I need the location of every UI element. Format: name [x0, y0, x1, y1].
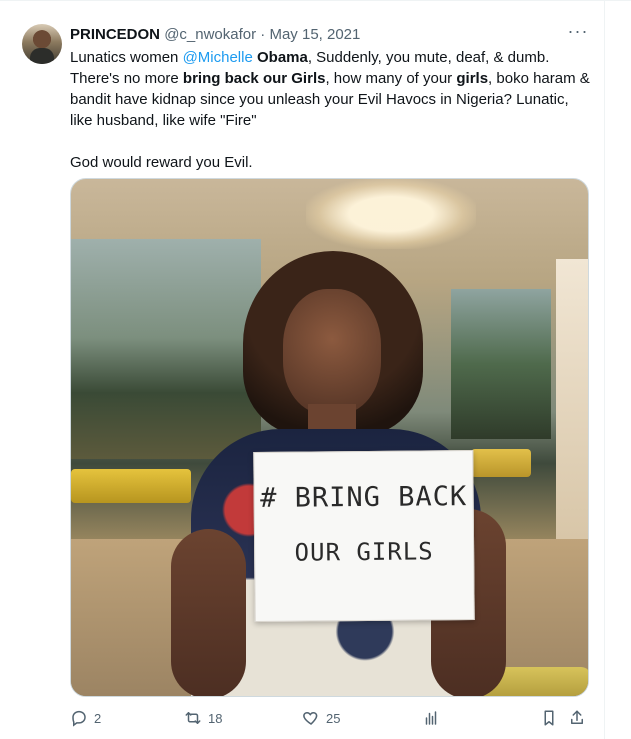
bookmark-icon	[544, 710, 554, 726]
author-handle[interactable]: @c_nwokafor	[164, 26, 256, 43]
tweet-date[interactable]: May 15, 2021	[269, 26, 360, 43]
tweet-header: PRINCEDON @c_nwokafor · May 15, 2021	[70, 25, 360, 45]
like-button[interactable]: 25	[302, 708, 340, 728]
photo-person-arm	[171, 529, 246, 696]
photo-chandelier	[306, 179, 476, 249]
reply-count: 2	[94, 710, 102, 726]
like-count: 25	[326, 710, 341, 726]
photo-handwritten-sign: # BRING BACK OUR GIRLS	[253, 450, 475, 622]
mention-link[interactable]: @Michelle	[183, 49, 253, 66]
author-avatar[interactable]	[22, 24, 62, 64]
tweet-photo[interactable]: # BRING BACK OUR GIRLS	[70, 178, 589, 697]
speech-bubble-icon	[72, 710, 86, 727]
retweet-arrows-icon	[185, 712, 201, 724]
share-button[interactable]	[568, 708, 586, 728]
heart-icon	[303, 711, 318, 725]
more-options-button[interactable]: ···	[566, 22, 590, 44]
reply-button[interactable]: 2	[70, 708, 101, 728]
tweet-text-segment: , how many of your	[325, 70, 457, 87]
highlighted-text: Obama	[256, 49, 308, 66]
tweet-paragraph-1: Lunatics women @Michelle Obama, Suddenly…	[70, 47, 590, 131]
right-column-divider	[604, 0, 605, 739]
views-button[interactable]	[422, 708, 440, 728]
highlighted-text: bring back our Girls	[182, 70, 326, 87]
top-divider	[0, 0, 631, 1]
tweet-actions: 2 18 25	[70, 708, 590, 728]
photo-doorway	[556, 259, 588, 539]
share-arrow-up-icon	[571, 710, 583, 724]
tweet-paragraph-2: God would reward you Evil.	[70, 154, 253, 171]
sign-text-line-2: OUR GIRLS	[294, 537, 434, 567]
photo-person-face	[283, 289, 381, 414]
retweet-button[interactable]: 18	[184, 708, 222, 728]
highlighted-text: girls	[456, 70, 489, 87]
tweet-text: Lunatics women @Michelle Obama, Suddenly…	[70, 47, 590, 173]
bar-chart-icon	[425, 711, 437, 725]
tweet-text-segment: Lunatics women	[70, 49, 183, 66]
author-display-name[interactable]: PRINCEDON	[70, 26, 160, 43]
retweet-count: 18	[208, 710, 223, 726]
header-separator: ·	[260, 26, 266, 43]
sign-text-line-1: # BRING BACK	[259, 481, 468, 514]
bookmark-button[interactable]	[540, 708, 558, 728]
